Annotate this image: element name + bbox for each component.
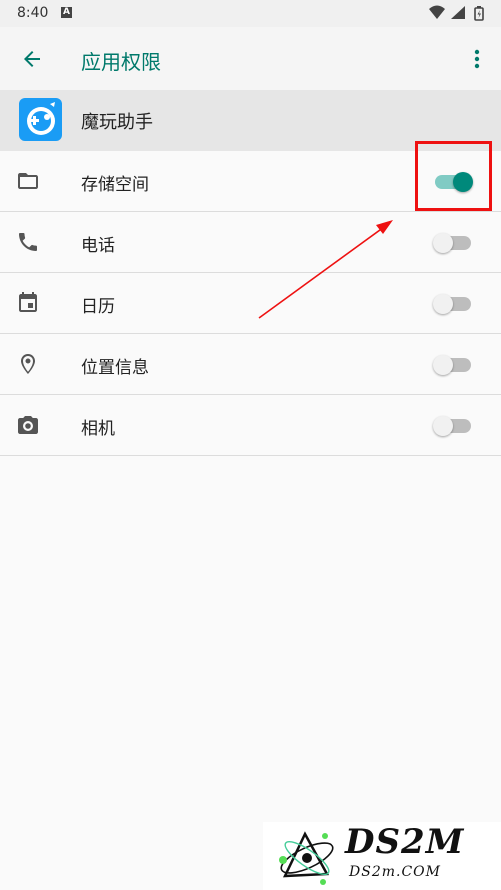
signal-icon (451, 6, 465, 19)
watermark: DS2M DS2m.COM (263, 822, 501, 890)
status-bar: 8:40 A (0, 0, 501, 27)
permission-row-phone[interactable]: 电话 (0, 212, 501, 273)
wifi-icon (429, 5, 445, 19)
battery-icon (474, 6, 484, 21)
permission-label: 日历 (81, 297, 115, 317)
page-title: 应用权限 (81, 50, 161, 74)
phone-icon (19, 233, 37, 251)
watermark-brand: DS2M (345, 822, 465, 862)
app-logo-icon (27, 102, 55, 135)
notification-a-icon: A (61, 7, 72, 18)
camera-icon (18, 416, 38, 434)
permission-row-calendar[interactable]: 日历 (0, 273, 501, 334)
permission-row-camera[interactable]: 相机 (0, 395, 501, 456)
location-icon (21, 354, 35, 374)
permission-label: 存储空间 (81, 175, 149, 195)
app-icon (19, 98, 62, 141)
camera-toggle[interactable] (433, 416, 471, 436)
watermark-logo-icon (279, 831, 334, 885)
calendar-toggle[interactable] (433, 294, 471, 314)
permission-label: 相机 (81, 419, 115, 439)
watermark-domain: DS2m.COM (349, 864, 441, 880)
phone-toggle[interactable] (433, 233, 471, 253)
permission-label: 电话 (81, 236, 115, 256)
app-name: 魔玩助手 (81, 112, 153, 133)
calendar-icon (19, 292, 37, 312)
location-toggle[interactable] (433, 355, 471, 375)
back-arrow-icon[interactable] (20, 47, 44, 71)
more-options-icon[interactable] (471, 47, 483, 71)
permission-row-location[interactable]: 位置信息 (0, 334, 501, 395)
app-bar: 应用权限 (0, 27, 501, 90)
folder-icon (18, 173, 38, 189)
permission-label: 位置信息 (81, 358, 149, 378)
highlight-box (415, 141, 492, 211)
status-time: 8:40 (17, 5, 49, 21)
status-icons (429, 5, 484, 21)
